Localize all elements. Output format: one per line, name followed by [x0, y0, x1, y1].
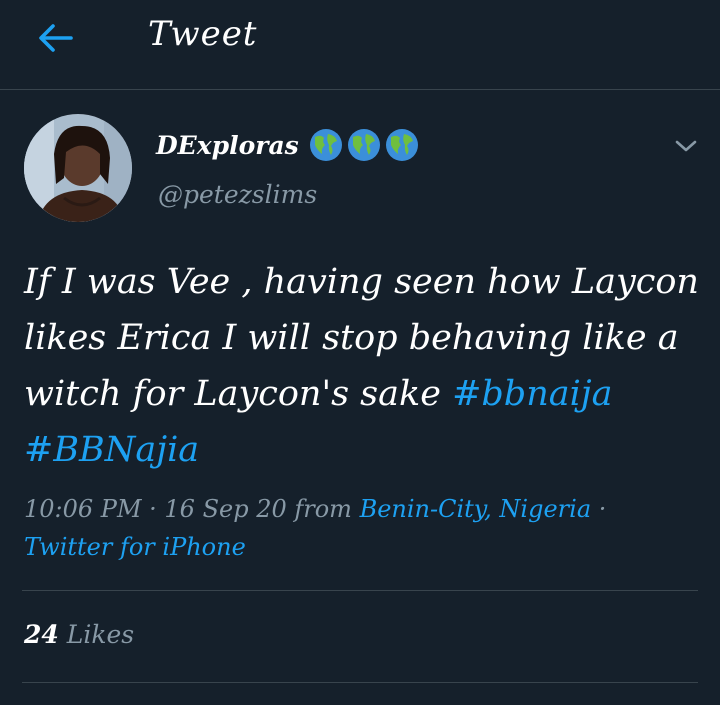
meta-separator: ·: [591, 495, 607, 523]
header-divider: [0, 89, 720, 90]
source-link[interactable]: Twitter for iPhone: [24, 533, 246, 561]
likes-count: 24: [24, 620, 59, 649]
page-title: Tweet: [148, 14, 258, 54]
avatar[interactable]: [24, 114, 132, 222]
tweet-meta: 10:06 PM · 16 Sep 20 from Benin-City, Ni…: [24, 490, 700, 566]
location-link[interactable]: Benin-City, Nigeria: [360, 495, 592, 523]
globe-icon: [347, 129, 380, 161]
globe-icon: [309, 129, 342, 161]
tweet-text: If I was Vee , having seen how Laycon li…: [24, 254, 700, 478]
globe-icon: [385, 129, 418, 161]
meta-separator: ·: [141, 495, 165, 523]
likes-label: Likes: [66, 620, 135, 649]
stats-divider: [22, 682, 698, 683]
avatar-image: [24, 114, 132, 222]
chevron-down-icon: [675, 140, 697, 152]
header: Tweet: [0, 0, 720, 88]
display-name-row: DExploras: [156, 128, 419, 162]
tweet-menu-button[interactable]: [668, 128, 704, 164]
user-handle[interactable]: @petezslims: [158, 180, 317, 209]
likes-stat[interactable]: 24 Likes: [24, 620, 134, 649]
back-button[interactable]: [30, 16, 82, 60]
meta-divider: [22, 590, 698, 591]
tweet-detail-screen: Tweet DExploras @petezslims If I was Vee…: [0, 0, 720, 705]
tweet-date: 16 Sep 20: [164, 495, 287, 523]
from-label: from: [286, 495, 360, 523]
hashtag-link[interactable]: #bbnaija: [452, 374, 612, 414]
display-name[interactable]: DExploras: [156, 131, 299, 160]
arrow-left-icon: [39, 24, 73, 52]
tweet-time: 10:06 PM: [24, 495, 142, 523]
hashtag-link[interactable]: #BBNajia: [24, 430, 199, 470]
